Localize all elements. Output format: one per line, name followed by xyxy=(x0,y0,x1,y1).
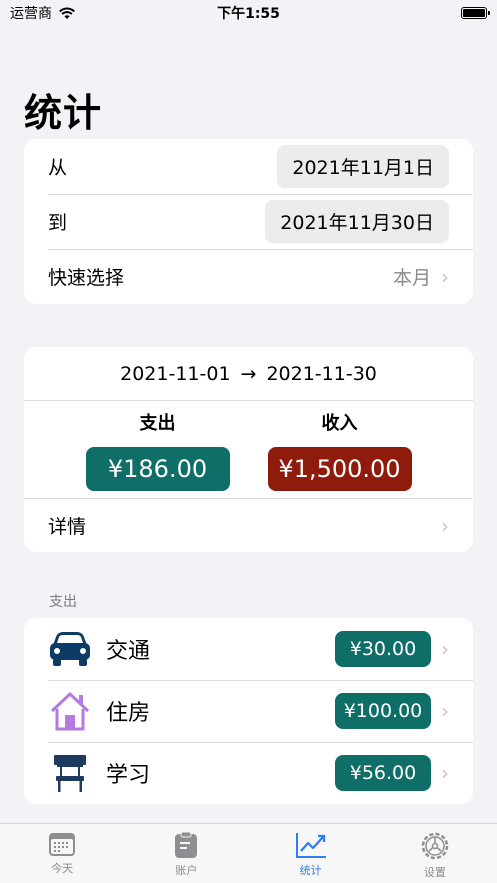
to-date-picker[interactable]: 2021年11月30日 xyxy=(265,200,449,243)
battery-icon xyxy=(461,7,490,19)
tab-label: 今天 xyxy=(51,862,74,875)
chevron-right-icon: › xyxy=(441,761,449,785)
summary-start-date: 2021-11-01 xyxy=(120,362,231,385)
tab-label: 账户 xyxy=(175,864,198,877)
category-amount: ¥30.00 xyxy=(335,631,431,667)
category-row-transport[interactable]: 交通 ¥30.00 › xyxy=(24,618,473,680)
quick-select-row[interactable]: 快速选择 本月 › xyxy=(24,249,473,304)
date-range-card: 从 2021年11月1日 到 2021年11月30日 快速选择 本月 › xyxy=(24,139,473,304)
summary-range: 2021-11-01 → 2021-11-30 xyxy=(24,347,473,401)
arrow-right-icon: → xyxy=(240,362,257,385)
carrier-label: 运营商 xyxy=(10,6,52,22)
chevron-right-icon: › xyxy=(441,637,449,661)
wifi-icon xyxy=(59,7,75,19)
category-amount: ¥56.00 xyxy=(335,755,431,791)
tab-bar: 今天 账户 统计 设置 xyxy=(0,823,497,883)
from-row: 从 2021年11月1日 xyxy=(24,139,473,194)
status-bar: 运营商 下午1:55 xyxy=(0,0,497,26)
expense-section-title: 支出 xyxy=(49,594,77,610)
chevron-right-icon: › xyxy=(441,699,449,723)
income-label: 收入 xyxy=(321,413,358,434)
car-icon xyxy=(48,627,92,671)
chart-icon xyxy=(295,833,326,858)
tab-statistics[interactable]: 统计 xyxy=(249,824,373,883)
chevron-right-icon: › xyxy=(441,264,449,289)
expense-summary: 支出 ¥186.00 xyxy=(85,409,230,491)
tab-settings[interactable]: 设置 xyxy=(373,824,497,883)
to-row: 到 2021年11月30日 xyxy=(24,194,473,249)
tab-accounts[interactable]: 账户 xyxy=(124,824,248,883)
details-row[interactable]: 详情 › xyxy=(24,498,473,552)
tab-today[interactable]: 今天 xyxy=(0,824,124,883)
desk-icon xyxy=(48,751,92,795)
category-name: 交通 xyxy=(106,639,151,664)
summary-end-date: 2021-11-30 xyxy=(266,362,377,385)
from-date-picker[interactable]: 2021年11月1日 xyxy=(277,145,449,188)
category-name: 学习 xyxy=(106,763,151,788)
house-icon xyxy=(48,689,92,733)
calendar-icon xyxy=(49,833,76,856)
details-label: 详情 xyxy=(48,516,87,538)
category-amount: ¥100.00 xyxy=(335,693,431,729)
expense-label: 支出 xyxy=(139,413,176,434)
category-name: 住房 xyxy=(106,701,151,726)
expense-total: ¥186.00 xyxy=(85,447,230,491)
summary-card: 2021-11-01 → 2021-11-30 支出 ¥186.00 收入 ¥1… xyxy=(24,347,473,552)
gear-icon xyxy=(421,832,449,860)
quick-select-value: 本月 xyxy=(392,267,431,289)
tab-label: 统计 xyxy=(299,864,322,877)
income-summary: 收入 ¥1,500.00 xyxy=(267,409,412,491)
to-label: 到 xyxy=(48,212,68,234)
tab-label: 设置 xyxy=(423,866,446,879)
category-row-study[interactable]: 学习 ¥56.00 › xyxy=(24,742,473,804)
quick-select-label: 快速选择 xyxy=(48,267,125,289)
category-row-housing[interactable]: 住房 ¥100.00 › xyxy=(24,680,473,742)
clipboard-icon xyxy=(175,831,198,858)
income-total: ¥1,500.00 xyxy=(267,447,412,491)
page-title: 统计 xyxy=(24,91,103,135)
expense-category-list: 交通 ¥30.00 › 住房 ¥100.00 › 学习 ¥56.00 › xyxy=(24,618,473,804)
chevron-right-icon: › xyxy=(441,513,449,538)
from-label: 从 xyxy=(48,157,68,179)
